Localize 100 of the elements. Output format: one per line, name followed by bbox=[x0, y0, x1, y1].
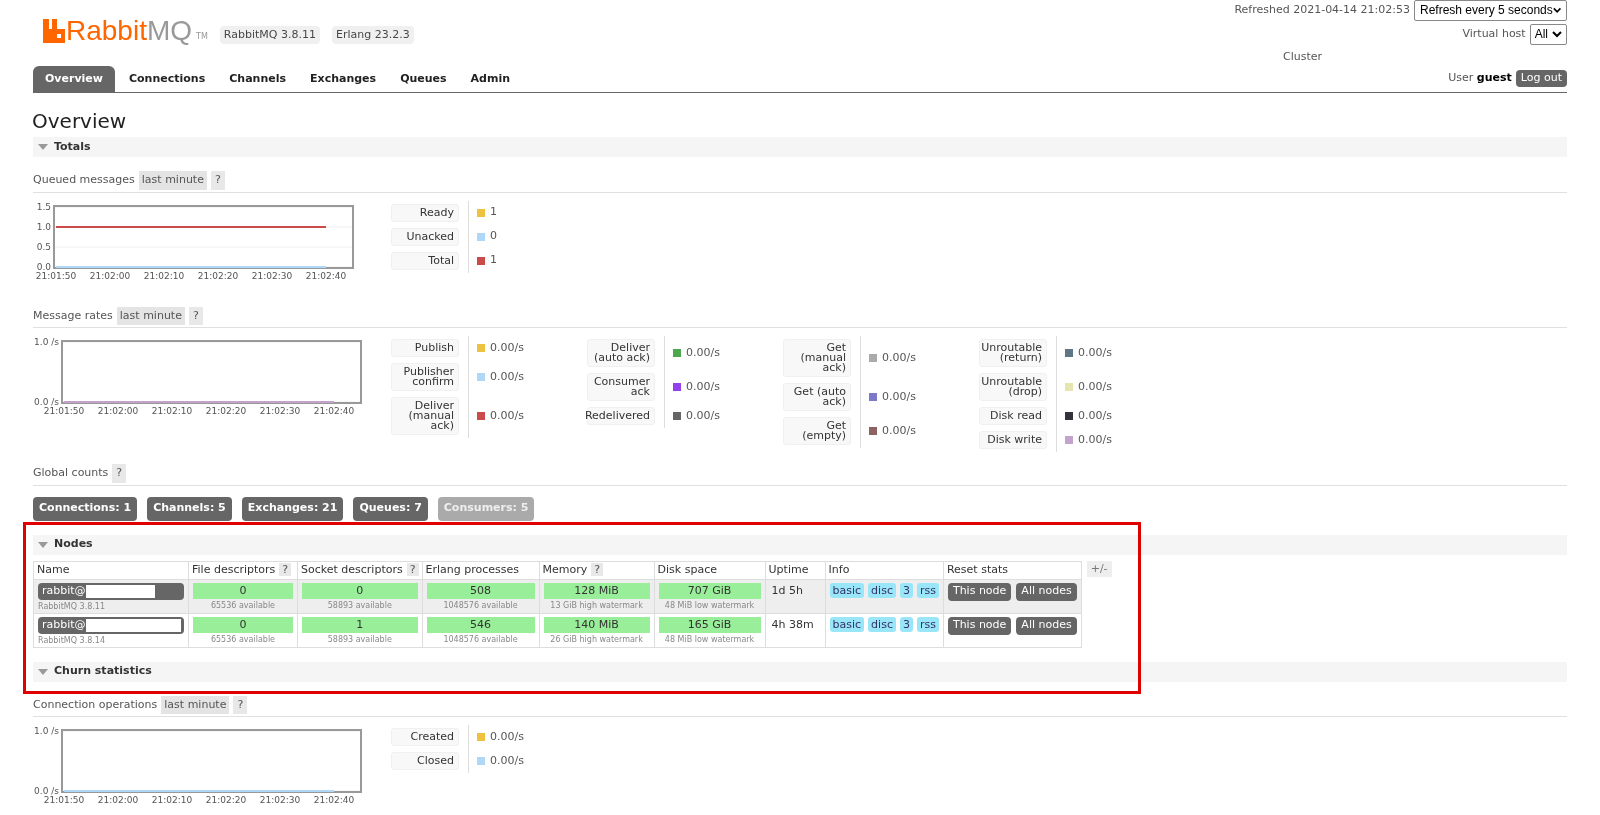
axis-tick-label: 21:01:50 bbox=[43, 406, 85, 416]
nav-tab[interactable]: Overview bbox=[33, 66, 115, 92]
reset-button[interactable]: This node bbox=[947, 616, 1012, 635]
range-button[interactable]: last minute bbox=[161, 695, 230, 714]
help-button[interactable]: ? bbox=[406, 562, 419, 576]
nav-tab[interactable]: Connections bbox=[119, 66, 216, 92]
section-header[interactable]: Nodes bbox=[33, 534, 1567, 555]
reset-button[interactable]: All nodes bbox=[1016, 582, 1077, 601]
axis-tick-label: 21:01:50 bbox=[43, 795, 85, 805]
legend-value: 1 bbox=[490, 204, 497, 221]
axis-tick-label: 0.0 /s bbox=[34, 397, 59, 407]
redaction-bar bbox=[85, 584, 155, 598]
info-tag: 3 bbox=[899, 582, 913, 598]
range-button[interactable]: last minute bbox=[116, 306, 185, 325]
status-bar: 546 bbox=[426, 616, 535, 633]
axis-tick-label: 21:02:20 bbox=[205, 406, 247, 416]
nav-tab[interactable]: Exchanges bbox=[300, 66, 387, 92]
legend-label: Disk read bbox=[979, 407, 1047, 425]
panel-title: Connection operations bbox=[33, 696, 158, 713]
axis-tick-label: 21:02:40 bbox=[313, 406, 355, 416]
legend-label: Unroutable (drop) bbox=[979, 373, 1047, 401]
panel-title: Global counts bbox=[33, 465, 109, 481]
column-header: Memory ? bbox=[539, 561, 655, 579]
help-button[interactable]: ? bbox=[279, 562, 292, 576]
legend-label: Ready bbox=[391, 203, 459, 222]
node-name-badge[interactable]: rabbit@ bbox=[38, 616, 184, 634]
version-label: Erlang 23.2.3 bbox=[331, 25, 414, 44]
help-button[interactable]: ? bbox=[233, 695, 248, 714]
legend-label: Consumer ack bbox=[587, 373, 655, 401]
section-header[interactable]: Totals bbox=[33, 137, 1567, 157]
node-version: RabbitMQ 3.8.11 bbox=[38, 600, 106, 613]
help-button[interactable]: ? bbox=[112, 464, 127, 483]
status-note: 26 GiB high watermark bbox=[549, 633, 644, 646]
refresh-select[interactable]: Refresh every 5 seconds bbox=[1414, 0, 1567, 21]
info-tag: basic bbox=[829, 616, 865, 632]
status-bar: 140 MiB bbox=[543, 616, 650, 633]
nav-tab[interactable]: Channels bbox=[219, 66, 296, 92]
vhost-select[interactable]: All bbox=[1529, 23, 1567, 45]
chevron-down-icon bbox=[1552, 6, 1561, 14]
legend-label: Total bbox=[391, 251, 459, 270]
legend-value: 0.00/s bbox=[1078, 431, 1112, 448]
count-button[interactable]: Channels: 5 bbox=[147, 496, 232, 521]
legend-value: 0.00/s bbox=[490, 752, 524, 769]
info-tag: 3 bbox=[899, 616, 913, 632]
axis-tick-label: 21:02:10 bbox=[151, 795, 193, 805]
legend-value: 0.00/s bbox=[686, 378, 720, 395]
status-bar: 0 bbox=[193, 616, 293, 633]
count-button[interactable]: Exchanges: 21 bbox=[241, 496, 344, 521]
reset-button[interactable]: This node bbox=[947, 582, 1012, 601]
status-bar: 508 bbox=[426, 582, 535, 599]
legend-value: 1 bbox=[490, 252, 497, 269]
help-button[interactable]: ? bbox=[188, 306, 203, 325]
trademark: TM bbox=[196, 31, 208, 43]
axis-tick-label: 1.0 bbox=[36, 221, 51, 232]
axis-tick-label: 0.0 /s bbox=[34, 786, 59, 796]
column-toggle-button[interactable]: +/- bbox=[1086, 560, 1112, 577]
legend-value: 0.00/s bbox=[686, 344, 720, 361]
column-header: Info bbox=[825, 561, 944, 579]
status-note: 58893 available bbox=[326, 633, 393, 646]
chevron-down-icon bbox=[1552, 30, 1562, 38]
column-header: Reset stats bbox=[943, 561, 1082, 579]
count-button: Consumers: 5 bbox=[437, 496, 535, 521]
section-header[interactable]: Churn statistics bbox=[33, 661, 1567, 682]
legend-label: Redelivered bbox=[587, 407, 655, 425]
legend-value: 0.00/s bbox=[490, 728, 524, 745]
range-button[interactable]: last minute bbox=[138, 171, 207, 190]
info-tag: rss bbox=[916, 616, 939, 632]
legend-value: 0.00/s bbox=[1078, 407, 1112, 424]
uptime-cell: 1d 5h bbox=[765, 579, 826, 613]
status-bar: 0 bbox=[193, 582, 293, 599]
legend-value: 0.00/s bbox=[490, 368, 524, 385]
info-tag: disc bbox=[868, 616, 896, 632]
reset-button[interactable]: All nodes bbox=[1016, 616, 1077, 635]
panel-title: Message rates bbox=[33, 307, 113, 324]
legend-label: Unroutable (return) bbox=[979, 339, 1047, 367]
count-button[interactable]: Connections: 1 bbox=[33, 496, 138, 521]
user-label: User guest bbox=[1448, 70, 1512, 87]
axis-tick-label: 1.0 /s bbox=[34, 337, 59, 347]
status-bar: 0 bbox=[302, 582, 418, 599]
logo-text: MQ bbox=[146, 16, 193, 46]
logout-button[interactable]: Log out bbox=[1515, 70, 1567, 87]
status-bar: 128 MiB bbox=[543, 582, 650, 599]
axis-tick-label: 21:02:10 bbox=[143, 270, 185, 281]
count-button[interactable]: Queues: 7 bbox=[353, 496, 428, 521]
axis-tick-label: 0.5 bbox=[36, 241, 51, 252]
help-button[interactable]: ? bbox=[210, 171, 225, 190]
nav-tab[interactable]: Admin bbox=[460, 66, 521, 92]
node-name-badge[interactable]: rabbit@ bbox=[38, 582, 184, 600]
column-header: Name bbox=[33, 561, 189, 579]
axis-tick-label: 21:02:40 bbox=[313, 795, 355, 805]
legend-value: 0.00/s bbox=[1078, 378, 1112, 395]
vhost-label: Virtual host bbox=[1462, 25, 1526, 42]
help-button[interactable]: ? bbox=[591, 562, 604, 576]
status-note: 13 GiB high watermark bbox=[549, 599, 644, 612]
page-title: Overview bbox=[32, 109, 128, 133]
nav-tab[interactable]: Queues bbox=[390, 66, 457, 92]
legend-label: Publish bbox=[391, 339, 459, 357]
rabbit-logo-icon bbox=[43, 19, 65, 43]
section-title: Nodes bbox=[54, 536, 93, 553]
status-bar: 1 bbox=[302, 616, 418, 633]
